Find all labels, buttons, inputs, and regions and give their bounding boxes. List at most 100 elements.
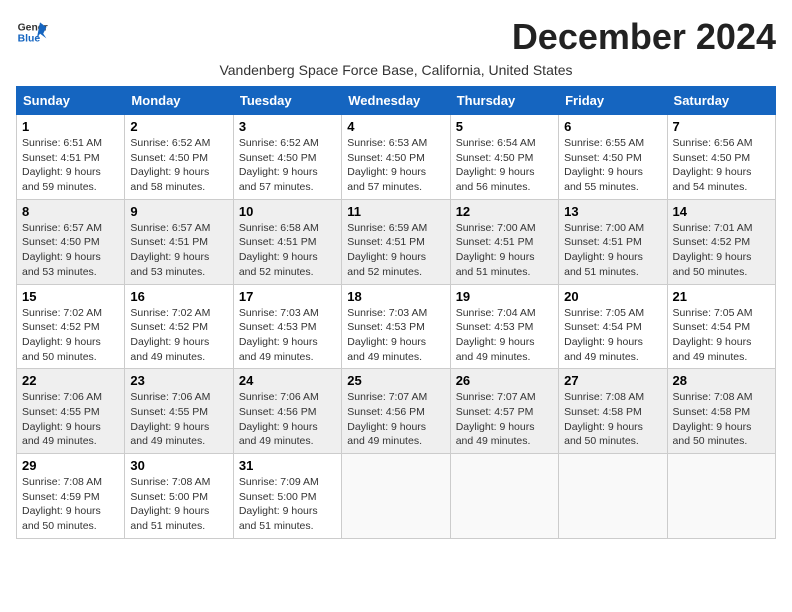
calendar-day-cell: 1 Sunrise: 6:51 AMSunset: 4:51 PMDayligh… [17,115,125,200]
weekday-header: Saturday [667,87,775,115]
logo-icon: General Blue [16,16,48,48]
day-info: Sunrise: 6:52 AMSunset: 4:50 PMDaylight:… [239,137,319,193]
calendar-day-cell: 5 Sunrise: 6:54 AMSunset: 4:50 PMDayligh… [450,115,558,200]
calendar-day-cell: 15 Sunrise: 7:02 AMSunset: 4:52 PMDaylig… [17,284,125,369]
day-info: Sunrise: 6:57 AMSunset: 4:50 PMDaylight:… [22,222,102,278]
page-header: General Blue December 2024 [16,16,776,58]
calendar-subtitle: Vandenberg Space Force Base, California,… [16,62,776,78]
day-number: 5 [456,119,553,134]
day-number: 15 [22,289,119,304]
day-info: Sunrise: 7:05 AMSunset: 4:54 PMDaylight:… [673,307,753,363]
day-info: Sunrise: 7:05 AMSunset: 4:54 PMDaylight:… [564,307,644,363]
weekday-header: Friday [559,87,667,115]
weekday-header: Tuesday [233,87,341,115]
day-number: 25 [347,373,444,388]
day-number: 6 [564,119,661,134]
day-number: 20 [564,289,661,304]
day-info: Sunrise: 7:09 AMSunset: 5:00 PMDaylight:… [239,476,319,532]
day-number: 7 [673,119,770,134]
day-info: Sunrise: 6:51 AMSunset: 4:51 PMDaylight:… [22,137,102,193]
day-info: Sunrise: 7:01 AMSunset: 4:52 PMDaylight:… [673,222,753,278]
calendar-day-cell: 19 Sunrise: 7:04 AMSunset: 4:53 PMDaylig… [450,284,558,369]
weekday-header-row: SundayMondayTuesdayWednesdayThursdayFrid… [17,87,776,115]
day-info: Sunrise: 6:53 AMSunset: 4:50 PMDaylight:… [347,137,427,193]
calendar-table: SundayMondayTuesdayWednesdayThursdayFrid… [16,86,776,539]
calendar-day-cell: 16 Sunrise: 7:02 AMSunset: 4:52 PMDaylig… [125,284,233,369]
day-info: Sunrise: 6:57 AMSunset: 4:51 PMDaylight:… [130,222,210,278]
day-number: 31 [239,458,336,473]
day-number: 14 [673,204,770,219]
day-number: 11 [347,204,444,219]
day-info: Sunrise: 7:07 AMSunset: 4:57 PMDaylight:… [456,391,536,447]
day-info: Sunrise: 7:02 AMSunset: 4:52 PMDaylight:… [22,307,102,363]
calendar-day-cell: 7 Sunrise: 6:56 AMSunset: 4:50 PMDayligh… [667,115,775,200]
calendar-week-row: 8 Sunrise: 6:57 AMSunset: 4:50 PMDayligh… [17,199,776,284]
month-title: December 2024 [512,16,776,58]
weekday-header: Wednesday [342,87,450,115]
calendar-day-cell [342,454,450,539]
day-info: Sunrise: 7:02 AMSunset: 4:52 PMDaylight:… [130,307,210,363]
day-info: Sunrise: 6:55 AMSunset: 4:50 PMDaylight:… [564,137,644,193]
calendar-day-cell: 20 Sunrise: 7:05 AMSunset: 4:54 PMDaylig… [559,284,667,369]
day-number: 30 [130,458,227,473]
calendar-day-cell: 23 Sunrise: 7:06 AMSunset: 4:55 PMDaylig… [125,369,233,454]
calendar-day-cell: 18 Sunrise: 7:03 AMSunset: 4:53 PMDaylig… [342,284,450,369]
calendar-day-cell: 21 Sunrise: 7:05 AMSunset: 4:54 PMDaylig… [667,284,775,369]
svg-text:Blue: Blue [18,34,41,45]
day-info: Sunrise: 7:07 AMSunset: 4:56 PMDaylight:… [347,391,427,447]
day-number: 21 [673,289,770,304]
day-number: 2 [130,119,227,134]
day-number: 23 [130,373,227,388]
day-info: Sunrise: 7:08 AMSunset: 4:59 PMDaylight:… [22,476,102,532]
day-info: Sunrise: 6:56 AMSunset: 4:50 PMDaylight:… [673,137,753,193]
logo: General Blue [16,16,48,48]
day-number: 19 [456,289,553,304]
calendar-day-cell: 25 Sunrise: 7:07 AMSunset: 4:56 PMDaylig… [342,369,450,454]
calendar-day-cell: 8 Sunrise: 6:57 AMSunset: 4:50 PMDayligh… [17,199,125,284]
day-number: 10 [239,204,336,219]
day-info: Sunrise: 7:00 AMSunset: 4:51 PMDaylight:… [564,222,644,278]
calendar-day-cell: 2 Sunrise: 6:52 AMSunset: 4:50 PMDayligh… [125,115,233,200]
day-number: 29 [22,458,119,473]
calendar-day-cell: 31 Sunrise: 7:09 AMSunset: 5:00 PMDaylig… [233,454,341,539]
day-number: 9 [130,204,227,219]
calendar-day-cell: 27 Sunrise: 7:08 AMSunset: 4:58 PMDaylig… [559,369,667,454]
day-info: Sunrise: 6:52 AMSunset: 4:50 PMDaylight:… [130,137,210,193]
day-number: 8 [22,204,119,219]
day-info: Sunrise: 6:58 AMSunset: 4:51 PMDaylight:… [239,222,319,278]
day-number: 13 [564,204,661,219]
calendar-week-row: 1 Sunrise: 6:51 AMSunset: 4:51 PMDayligh… [17,115,776,200]
day-number: 4 [347,119,444,134]
day-info: Sunrise: 7:08 AMSunset: 4:58 PMDaylight:… [564,391,644,447]
day-info: Sunrise: 7:03 AMSunset: 4:53 PMDaylight:… [239,307,319,363]
day-number: 26 [456,373,553,388]
calendar-week-row: 22 Sunrise: 7:06 AMSunset: 4:55 PMDaylig… [17,369,776,454]
day-number: 22 [22,373,119,388]
calendar-day-cell: 30 Sunrise: 7:08 AMSunset: 5:00 PMDaylig… [125,454,233,539]
day-number: 24 [239,373,336,388]
day-number: 16 [130,289,227,304]
day-info: Sunrise: 7:03 AMSunset: 4:53 PMDaylight:… [347,307,427,363]
calendar-day-cell [450,454,558,539]
calendar-day-cell: 9 Sunrise: 6:57 AMSunset: 4:51 PMDayligh… [125,199,233,284]
calendar-week-row: 29 Sunrise: 7:08 AMSunset: 4:59 PMDaylig… [17,454,776,539]
day-number: 18 [347,289,444,304]
day-number: 12 [456,204,553,219]
day-info: Sunrise: 6:59 AMSunset: 4:51 PMDaylight:… [347,222,427,278]
calendar-day-cell: 26 Sunrise: 7:07 AMSunset: 4:57 PMDaylig… [450,369,558,454]
day-info: Sunrise: 7:04 AMSunset: 4:53 PMDaylight:… [456,307,536,363]
day-number: 17 [239,289,336,304]
calendar-day-cell: 28 Sunrise: 7:08 AMSunset: 4:58 PMDaylig… [667,369,775,454]
day-info: Sunrise: 7:08 AMSunset: 5:00 PMDaylight:… [130,476,210,532]
day-number: 27 [564,373,661,388]
calendar-day-cell: 12 Sunrise: 7:00 AMSunset: 4:51 PMDaylig… [450,199,558,284]
weekday-header: Sunday [17,87,125,115]
calendar-day-cell [667,454,775,539]
day-number: 3 [239,119,336,134]
calendar-day-cell: 11 Sunrise: 6:59 AMSunset: 4:51 PMDaylig… [342,199,450,284]
calendar-day-cell: 17 Sunrise: 7:03 AMSunset: 4:53 PMDaylig… [233,284,341,369]
weekday-header: Thursday [450,87,558,115]
calendar-week-row: 15 Sunrise: 7:02 AMSunset: 4:52 PMDaylig… [17,284,776,369]
calendar-day-cell: 24 Sunrise: 7:06 AMSunset: 4:56 PMDaylig… [233,369,341,454]
calendar-day-cell: 4 Sunrise: 6:53 AMSunset: 4:50 PMDayligh… [342,115,450,200]
